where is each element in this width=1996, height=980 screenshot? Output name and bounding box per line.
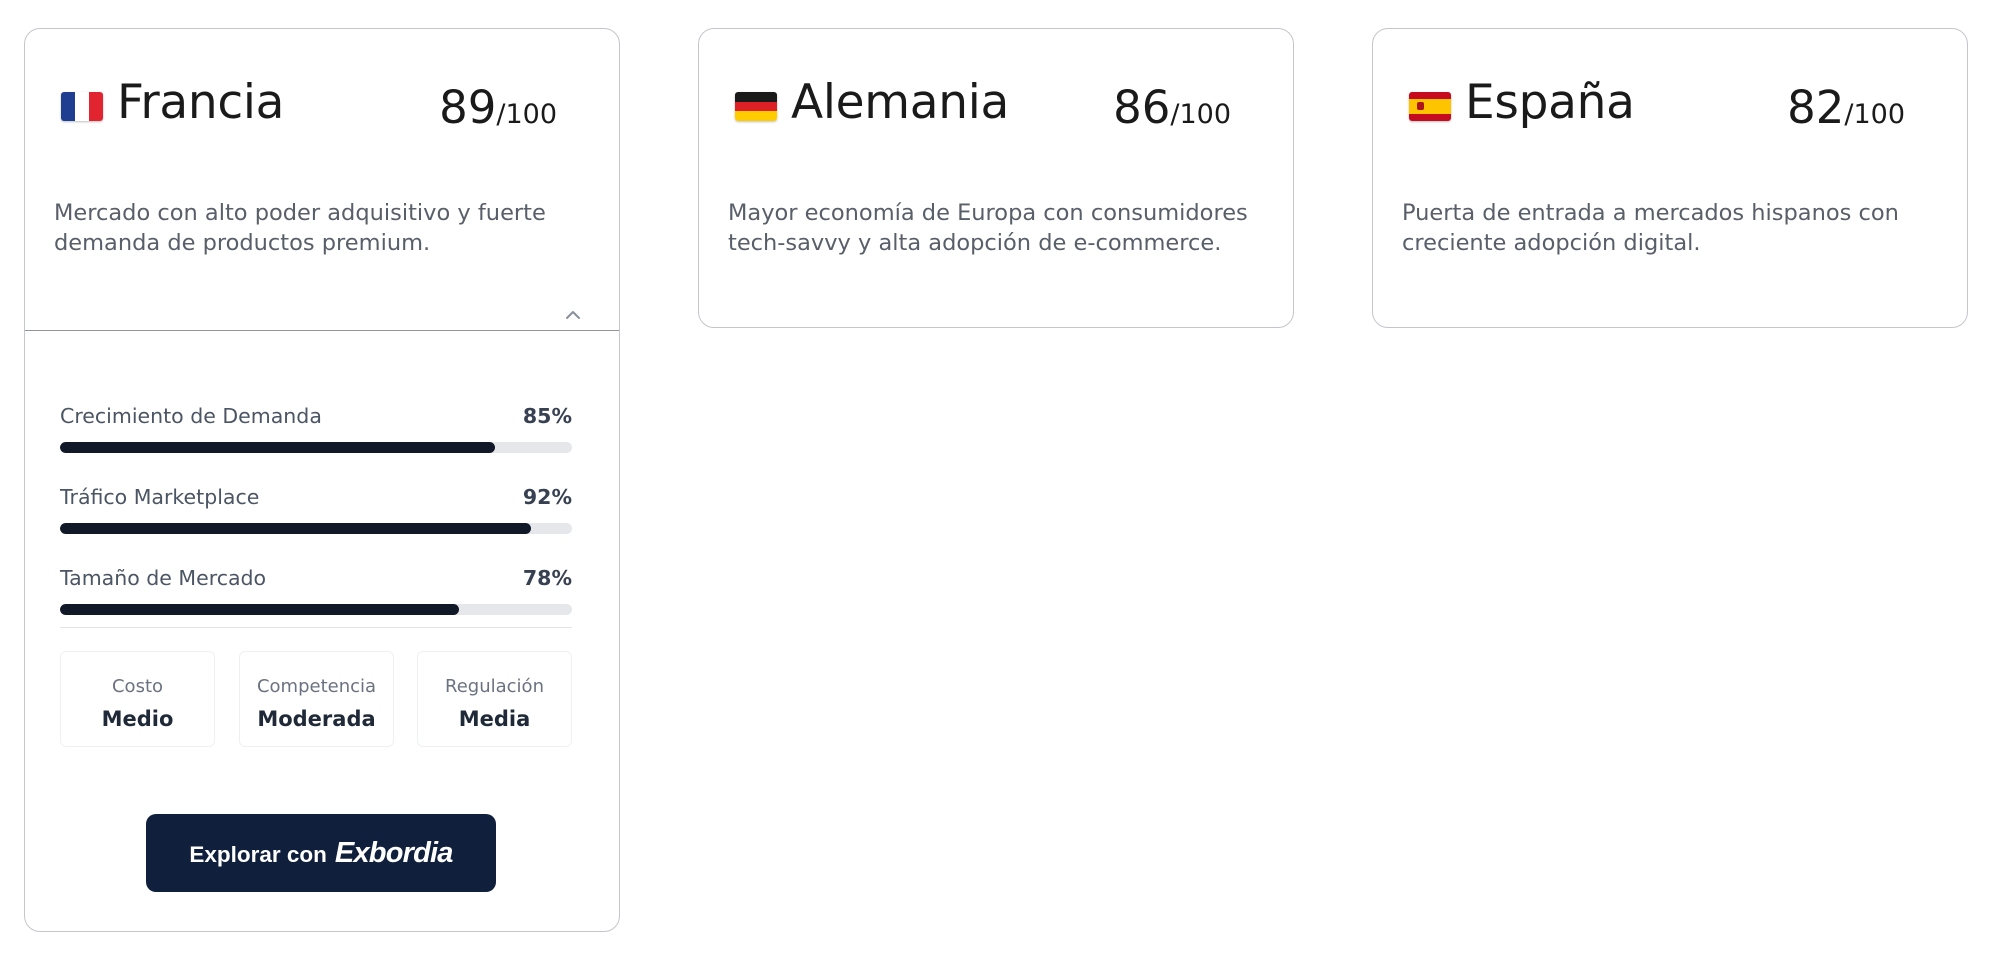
country-description: Mercado con alto poder adquisitivo y fue… <box>54 200 546 256</box>
card-divider <box>25 330 619 331</box>
score-value: 82 <box>1787 81 1845 134</box>
spain-flag-icon <box>1409 92 1451 121</box>
progress-track <box>60 604 572 615</box>
progress-fill <box>60 604 460 615</box>
stat-label: Costo <box>111 676 164 697</box>
country-description: Puerta de entrada a mercados hispanos co… <box>1402 200 1899 256</box>
stat-regulacion: Regulación Media <box>417 651 572 747</box>
stat-competencia: Competencia Moderada <box>239 651 394 747</box>
flag-band <box>89 92 103 121</box>
flag-band <box>735 101 777 112</box>
country-description: Mayor economía de Europa con consumidore… <box>728 200 1248 256</box>
market-card-espana[interactable]: España 82/100 Puerta de entrada a mercad… <box>1372 28 1968 328</box>
flag-band <box>1409 113 1451 121</box>
germany-flag-icon <box>735 92 777 121</box>
flag-band <box>61 92 75 121</box>
flag-band <box>735 92 777 102</box>
score-max: /100 <box>1170 99 1231 130</box>
stat-value: Moderada <box>257 707 376 731</box>
progress-fill <box>60 442 496 453</box>
score-value: 86 <box>1113 81 1171 134</box>
france-flag-icon <box>61 92 103 121</box>
country-name: Alemania <box>791 75 1009 130</box>
metric-value: 85% <box>522 404 572 428</box>
stat-value: Media <box>458 707 531 731</box>
metric-label: Crecimiento de Demanda <box>60 404 322 428</box>
explore-exbordia-button[interactable]: Explorar con Exbordia <box>146 814 496 892</box>
metrics-separator <box>60 627 572 628</box>
stat-value: Medio <box>101 707 174 731</box>
metric-label: Tamaño de Mercado <box>60 566 267 590</box>
flag-band <box>75 92 89 121</box>
market-score: 82/100 <box>1787 85 1905 130</box>
score-max: /100 <box>1844 99 1905 130</box>
stat-label: Competencia <box>256 676 377 697</box>
metric-value: 92% <box>522 485 572 509</box>
metric-label: Tráfico Marketplace <box>60 485 260 509</box>
market-score: 89/100 <box>439 85 557 130</box>
chevron-up-icon[interactable] <box>565 307 581 323</box>
market-card-francia: Francia 89/100 Mercado con alto poder ad… <box>24 28 620 932</box>
exbordia-logo: Exbordia <box>334 837 453 869</box>
progress-track <box>60 523 572 534</box>
cta-label: Explorar con <box>189 842 327 867</box>
progress-track <box>60 442 572 453</box>
score-value: 89 <box>439 81 497 134</box>
market-card-alemania[interactable]: Alemania 86/100 Mayor economía de Europa… <box>698 28 1294 328</box>
score-max: /100 <box>496 99 557 130</box>
metric-value: 78% <box>522 566 572 590</box>
market-score: 86/100 <box>1113 85 1231 130</box>
flag-band <box>1409 99 1451 114</box>
flag-band <box>735 111 777 121</box>
country-name: España <box>1465 75 1635 130</box>
progress-fill <box>60 523 532 534</box>
country-name: Francia <box>117 75 285 130</box>
stat-costo: Costo Medio <box>60 651 215 747</box>
stat-label: Regulación <box>445 676 544 697</box>
flag-band <box>1409 92 1451 100</box>
